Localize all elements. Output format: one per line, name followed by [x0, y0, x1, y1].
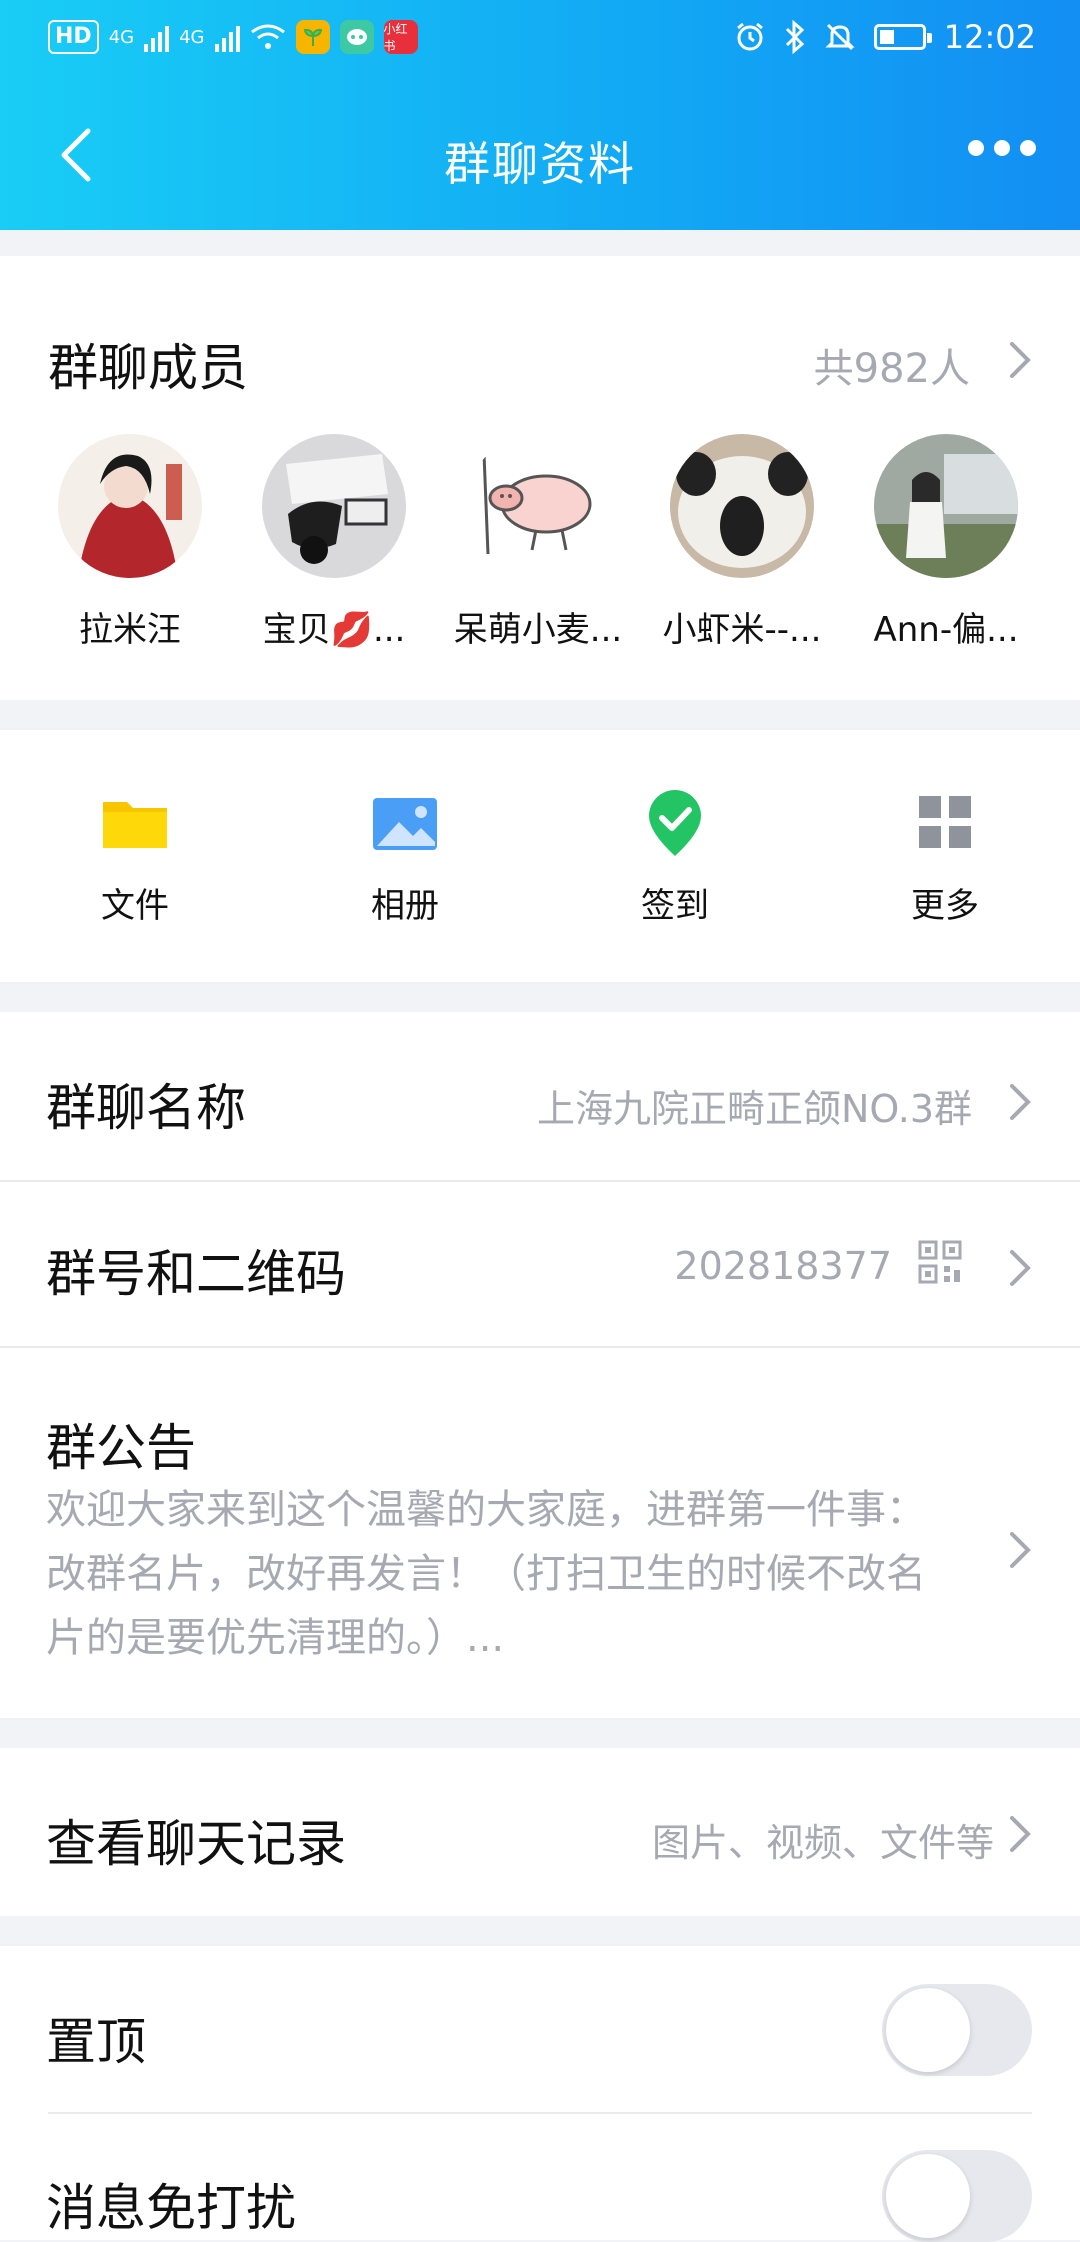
notice-text: 欢迎大家来到这个温馨的大家庭，进群第一件事： 改群名片，改好再发言！（打扫卫生的…	[46, 1478, 976, 1670]
sprout-app-icon	[295, 20, 330, 54]
status-bar: HD 4G 4G 小红书 12:02	[0, 0, 1080, 80]
tool-label: 更多	[911, 885, 979, 926]
dnd-label: 消息免打扰	[46, 2179, 296, 2237]
tool-files[interactable]: 文件	[0, 730, 270, 982]
member-name: 呆萌小麦...	[453, 610, 623, 650]
member-item[interactable]: 拉米汪	[58, 434, 202, 651]
alarm-icon	[736, 22, 763, 51]
notice-line: 改群名片，改好再发言！（打扫卫生的时候不改名	[46, 1551, 926, 1597]
history-value: 图片、视频、文件等	[651, 1821, 994, 1865]
mute-bell-icon	[825, 23, 855, 51]
network-label-1: 4G	[108, 26, 135, 48]
tool-label: 文件	[101, 885, 169, 926]
tool-label: 签到	[641, 885, 709, 926]
folder-icon	[103, 801, 167, 848]
signal-icon	[144, 22, 170, 52]
member-item[interactable]: 小虾米--...	[663, 434, 821, 651]
avatar	[670, 434, 814, 578]
member-name: 小虾米--...	[662, 610, 822, 650]
header: HD 4G 4G 小红书 12:02 群聊资料	[0, 0, 1080, 230]
divider	[48, 2112, 1032, 2114]
chevron-right-icon[interactable]	[1008, 340, 1032, 380]
clock: 12:02	[943, 18, 1036, 56]
hd-badge: HD	[48, 20, 99, 54]
notice-line: 片的是要优先清理的。）...	[46, 1615, 505, 1661]
signal-icon	[214, 22, 240, 52]
group-id-title: 群号和二维码	[46, 1245, 346, 1303]
page-title: 群聊资料	[444, 137, 636, 191]
member-name: 拉米汪	[79, 610, 181, 650]
tools-card: 文件 相册 签到 更多	[0, 730, 1080, 982]
members-title: 群聊成员	[48, 339, 248, 397]
avatar	[874, 434, 1018, 578]
bluetooth-icon	[785, 20, 804, 54]
tool-album[interactable]: 相册	[270, 730, 540, 982]
photo-icon	[373, 797, 437, 850]
member-item[interactable]: 宝贝💋...	[262, 434, 406, 651]
history-row[interactable]: 查看聊天记录 图片、视频、文件等	[0, 1748, 1080, 1916]
qrcode-icon[interactable]	[918, 1240, 962, 1284]
members-card: 群聊成员 共982人 拉米汪 宝贝💋... 呆萌小麦... 小虾米--... A…	[0, 256, 1080, 700]
chevron-right-icon[interactable]	[1008, 1082, 1032, 1122]
chevron-right-icon[interactable]	[1008, 1248, 1032, 1288]
pin-toggle[interactable]	[882, 1984, 1032, 2076]
grid-icon	[919, 795, 971, 848]
tool-checkin[interactable]: 签到	[540, 730, 810, 982]
checkin-icon	[649, 789, 701, 856]
notice-title: 群公告	[46, 1419, 196, 1477]
wifi-icon	[250, 24, 285, 49]
member-item[interactable]: Ann-偏...	[873, 434, 1019, 651]
chevron-right-icon	[1010, 1532, 1031, 1568]
tool-more[interactable]: 更多	[810, 730, 1080, 982]
battery-icon	[873, 24, 932, 50]
group-name-value[interactable]: 上海九院正畸正颌NO.3群	[537, 1078, 972, 1133]
toggle-knob	[886, 2154, 970, 2238]
member-name: Ann-偏...	[873, 610, 1019, 650]
toggle-knob	[886, 1988, 970, 2072]
members-count[interactable]: 共982人	[814, 336, 970, 394]
group-name-title: 群聊名称	[46, 1079, 246, 1137]
divider	[0, 1180, 1080, 1182]
notice-line: 欢迎大家来到这个温馨的大家庭，进群第一件事：	[46, 1487, 926, 1533]
avatar	[58, 434, 202, 578]
info-card: 群聊名称 上海九院正畸正颌NO.3群 群号和二维码 202818377 群公告 …	[0, 1012, 1080, 1718]
network-label-2: 4G	[179, 26, 205, 48]
member-item[interactable]: 呆萌小麦...	[454, 434, 622, 651]
member-name: 宝贝💋...	[262, 610, 406, 650]
dnd-toggle[interactable]	[882, 2150, 1032, 2242]
navbar: 群聊资料	[0, 90, 1080, 220]
group-id-value[interactable]: 202818377	[674, 1244, 892, 1288]
group-notice[interactable]: 群公告 欢迎大家来到这个温馨的大家庭，进群第一件事： 改群名片，改好再发言！（打…	[0, 1348, 1080, 1718]
more-options-icon[interactable]	[968, 140, 1036, 156]
members-avatars: 拉米汪 宝贝💋... 呆萌小麦... 小虾米--... Ann-偏...	[58, 434, 1019, 651]
chat-app-icon	[339, 20, 374, 54]
chevron-right-icon	[1010, 1816, 1031, 1852]
avatar	[262, 434, 406, 578]
tool-label: 相册	[371, 885, 439, 926]
history-title: 查看聊天记录	[46, 1815, 346, 1873]
settings-card: 置顶 消息免打扰	[0, 1946, 1080, 2242]
avatar	[466, 434, 610, 578]
xiaohongshu-app-icon: 小红书	[383, 20, 418, 54]
pin-label: 置顶	[46, 2013, 146, 2071]
